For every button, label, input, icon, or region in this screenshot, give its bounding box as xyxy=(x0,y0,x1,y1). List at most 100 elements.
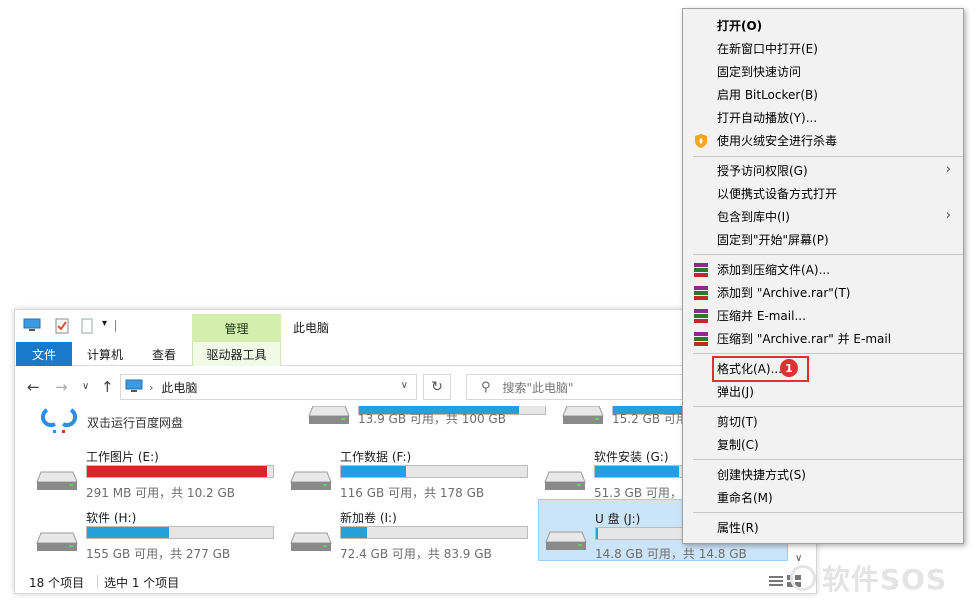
breadcrumb-chevron-icon[interactable]: › xyxy=(149,381,153,394)
winrar-icon xyxy=(694,286,708,300)
details-view-icon[interactable] xyxy=(769,575,783,587)
menu-item-add-archive[interactable]: 添加到压缩文件(A)... xyxy=(683,258,963,281)
drive-name: 工作图片 (E:) xyxy=(86,450,159,464)
drive-usage-fill xyxy=(595,466,679,477)
drive-usage-fill xyxy=(596,528,598,539)
menu-item-label: 重命名(M) xyxy=(717,491,773,505)
item-count: 18 个项目 xyxy=(29,576,85,590)
baidu-netdisk-label: 双击运行百度网盘 xyxy=(87,416,184,430)
selected-count: 选中 1 个项目 xyxy=(104,576,180,590)
drive-usage-bar xyxy=(340,465,528,478)
annotation-step-badge: 1 xyxy=(780,359,798,377)
menu-item-label: 在新窗口中打开(E) xyxy=(717,42,818,56)
menu-item-label: 使用火绒安全进行杀毒 xyxy=(717,134,838,148)
breadcrumb[interactable]: 此电脑 xyxy=(161,379,197,396)
menu-item-label: 添加到压缩文件(A)... xyxy=(717,263,831,277)
drive-usage-bar xyxy=(86,465,274,478)
hard-drive-icon xyxy=(290,532,332,551)
menu-item-label: 创建快捷方式(S) xyxy=(717,468,806,482)
menu-item-label: 以便携式设备方式打开 xyxy=(717,187,838,201)
winrar-icon xyxy=(694,309,708,323)
tab-file[interactable]: 文件 xyxy=(16,342,72,366)
menu-item-properties[interactable]: 属性(R) xyxy=(683,516,963,539)
menu-item-label: 压缩到 "Archive.rar" 并 E-mail xyxy=(717,332,892,346)
drive-name: 软件 (H:) xyxy=(86,511,137,525)
menu-item-pin-start[interactable]: 固定到"开始"屏幕(P) xyxy=(683,228,963,251)
search-icon: ⚲ xyxy=(481,379,491,395)
drive-space: 155 GB 可用，共 277 GB xyxy=(86,547,231,561)
submenu-arrow-icon: › xyxy=(945,208,951,223)
menu-item-label: 打开自动播放(Y)... xyxy=(717,111,818,125)
menu-item-copy[interactable]: 复制(C) xyxy=(683,433,963,456)
window-title: 此电脑 xyxy=(293,321,330,335)
menu-item-eject[interactable]: 弹出(J) xyxy=(683,380,963,403)
menu-item-grant-access[interactable]: 授予访问权限(G) › xyxy=(683,159,963,182)
drive-usage-fill xyxy=(87,466,268,477)
forward-arrow-icon[interactable]: → xyxy=(55,378,68,396)
tab-view[interactable]: 查看 xyxy=(149,342,179,366)
menu-item-autoplay[interactable]: 打开自动播放(Y)... xyxy=(683,106,963,129)
tab-drive-tools[interactable]: 驱动器工具 xyxy=(192,342,281,366)
drive-item-e[interactable]: 工作图片 (E:) 291 MB 可用，共 10.2 GB xyxy=(15,444,274,502)
drive-item-f[interactable]: 工作数据 (F:) 116 GB 可用，共 178 GB xyxy=(269,444,528,502)
refresh-button[interactable]: ↻ xyxy=(423,374,451,400)
menu-item-include-library[interactable]: 包含到库中(I) › xyxy=(683,205,963,228)
recent-locations-chevron-icon[interactable]: ∨ xyxy=(82,381,89,392)
menu-separator xyxy=(693,156,963,157)
tab-manage[interactable]: 管理 xyxy=(192,314,281,342)
menu-separator xyxy=(693,512,963,513)
drive-space: 72.4 GB 可用，共 83.9 GB xyxy=(340,547,492,561)
menu-item-pin-quick-access[interactable]: 固定到快速访问 xyxy=(683,60,963,83)
huorong-shield-icon xyxy=(695,134,707,148)
submenu-arrow-icon: › xyxy=(945,162,951,177)
menu-item-open-new-window[interactable]: 在新窗口中打开(E) xyxy=(683,37,963,60)
drive-item-h[interactable]: 软件 (H:) 155 GB 可用，共 277 GB xyxy=(15,505,274,563)
menu-separator xyxy=(693,353,963,354)
drive-item-i[interactable]: 新加卷 (I:) 72.4 GB 可用，共 83.9 GB xyxy=(269,505,528,563)
this-pc-icon xyxy=(125,379,143,396)
menu-item-label: 属性(R) xyxy=(717,521,759,535)
customize-quick-access-icon[interactable]: ▾ xyxy=(102,318,107,329)
menu-item-bitlocker[interactable]: 启用 BitLocker(B) xyxy=(683,83,963,106)
hard-drive-icon xyxy=(544,471,586,490)
menu-item-compress-rar-email[interactable]: 压缩到 "Archive.rar" 并 E-mail xyxy=(683,327,963,350)
menu-item-label: 授予访问权限(G) xyxy=(717,164,808,178)
menu-separator xyxy=(693,254,963,255)
winrar-icon xyxy=(694,263,708,277)
menu-item-open-portable[interactable]: 以便携式设备方式打开 xyxy=(683,182,963,205)
baidu-netdisk-shortcut[interactable]: 双击运行百度网盘 xyxy=(35,406,285,436)
menu-item-create-shortcut[interactable]: 创建快捷方式(S) xyxy=(683,463,963,486)
address-history-chevron-icon[interactable]: ∨ xyxy=(401,380,408,391)
address-field[interactable]: › 此电脑 ∨ xyxy=(120,374,417,400)
menu-item-compress-email[interactable]: 压缩并 E-mail... xyxy=(683,304,963,327)
menu-item-label: 剪切(T) xyxy=(717,415,758,429)
menu-item-label: 固定到"开始"屏幕(P) xyxy=(717,233,829,247)
hard-drive-icon xyxy=(36,532,78,551)
this-pc-icon[interactable] xyxy=(23,318,41,332)
new-folder-quick-icon[interactable] xyxy=(81,318,93,334)
drive-usage-fill xyxy=(87,527,169,538)
properties-quick-icon[interactable] xyxy=(55,318,69,334)
back-arrow-icon[interactable]: ← xyxy=(27,378,40,396)
menu-item-label: 弹出(J) xyxy=(717,385,754,399)
drive-space: 14.8 GB 可用，共 14.8 GB xyxy=(595,547,747,561)
menu-item-label: 压缩并 E-mail... xyxy=(717,309,806,323)
menu-item-huorong-scan[interactable]: 使用火绒安全进行杀毒 xyxy=(683,129,963,152)
hard-drive-icon xyxy=(290,471,332,490)
up-arrow-icon[interactable]: ↑ xyxy=(101,378,114,396)
hard-drive-icon xyxy=(562,406,604,424)
divider xyxy=(97,575,98,589)
context-menu: 打开(O) 在新窗口中打开(E) 固定到快速访问 启用 BitLocker(B)… xyxy=(682,8,964,544)
menu-item-open[interactable]: 打开(O) xyxy=(683,14,963,37)
hard-drive-icon xyxy=(36,471,78,490)
drive-space: 116 GB 可用，共 178 GB xyxy=(340,486,485,500)
menu-item-rename[interactable]: 重命名(M) xyxy=(683,486,963,509)
menu-item-cut[interactable]: 剪切(T) xyxy=(683,410,963,433)
baidu-netdisk-icon xyxy=(40,408,78,433)
drive-name: 新加卷 (I:) xyxy=(340,511,397,525)
tab-computer[interactable]: 计算机 xyxy=(85,342,125,366)
drive-usage-fill xyxy=(341,527,368,538)
menu-item-add-archive-rar[interactable]: 添加到 "Archive.rar"(T) xyxy=(683,281,963,304)
drive-space: 291 MB 可用，共 10.2 GB xyxy=(86,486,235,500)
divider xyxy=(115,320,116,332)
